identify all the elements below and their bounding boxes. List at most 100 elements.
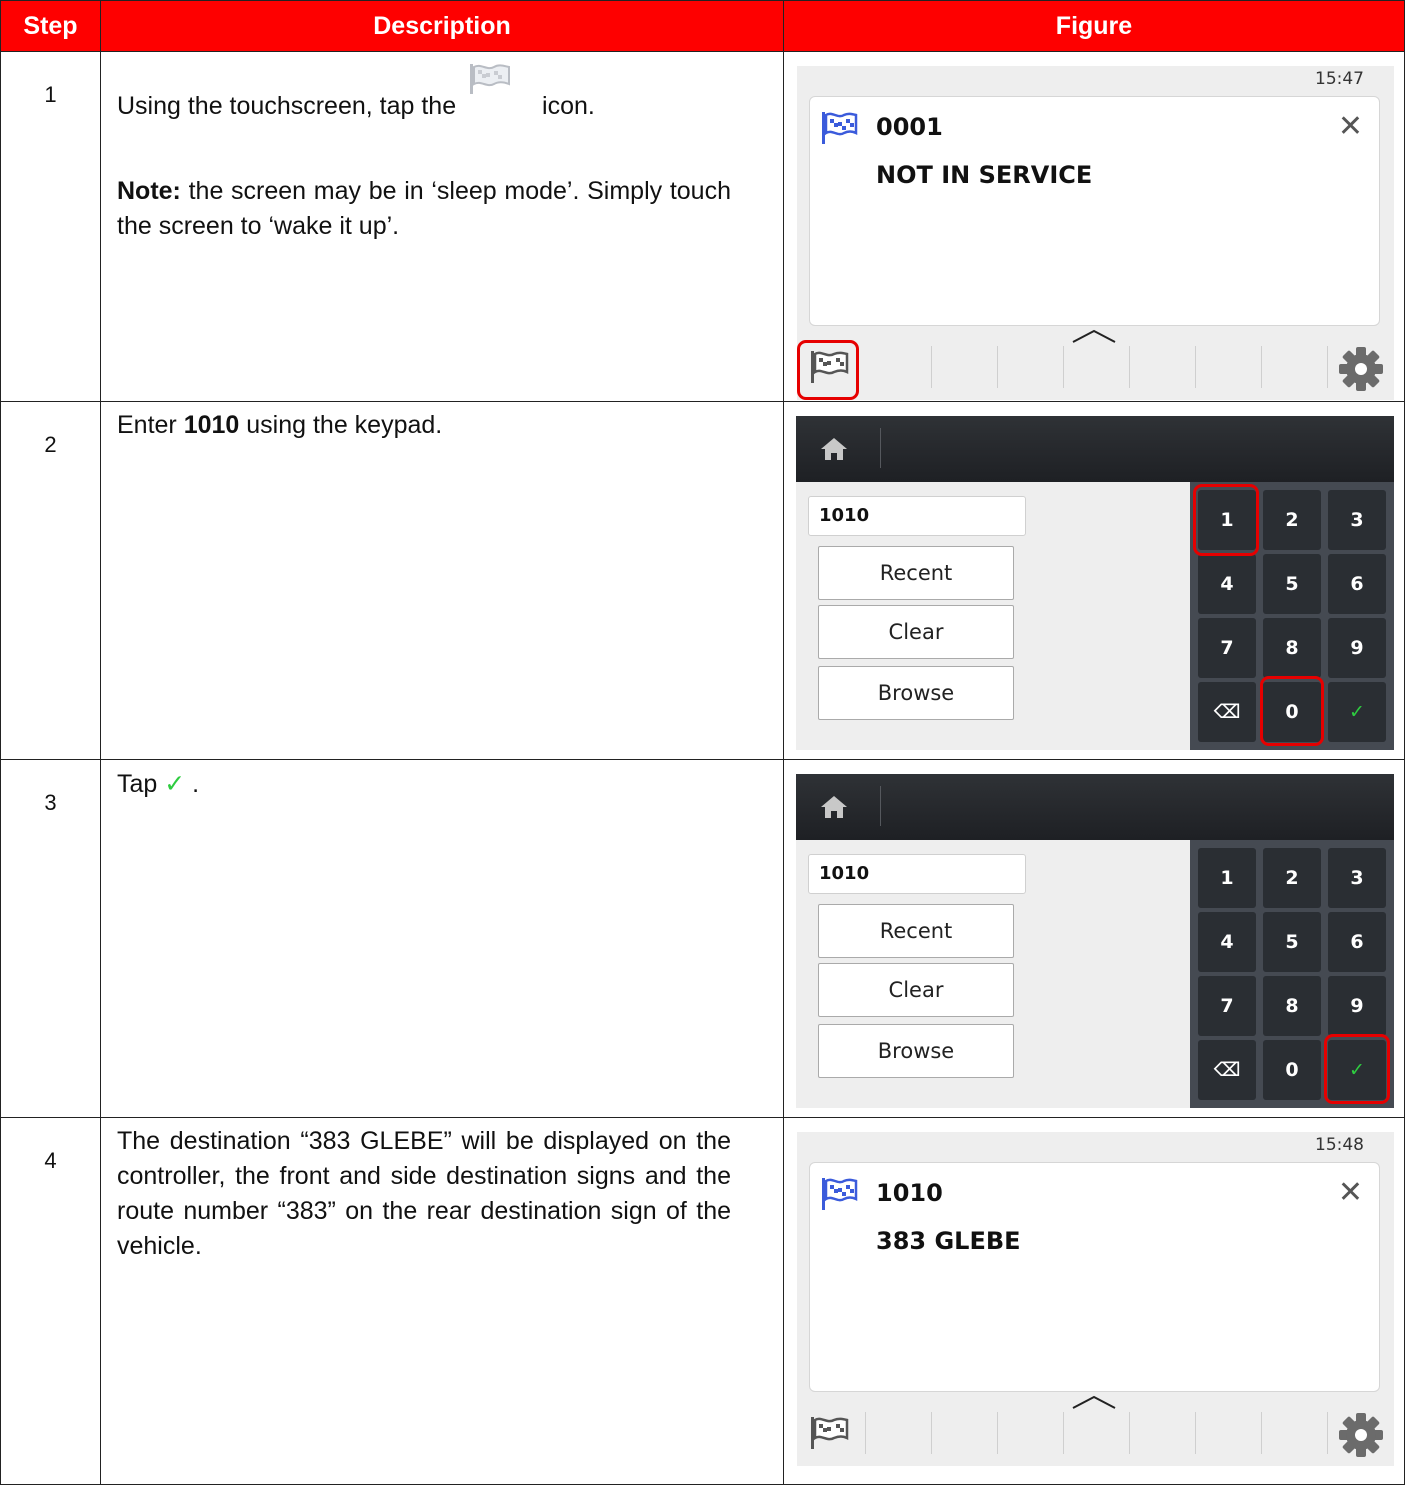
check-icon: ✓ — [164, 769, 186, 798]
step-description: Enter 1010 using the keypad. — [100, 401, 784, 760]
close-icon[interactable]: ✕ — [1338, 1175, 1363, 1210]
step-figure: 15:47 0001 NOT IN SERVICE ✕ — [783, 51, 1405, 402]
step-description: Tap ✓ . — [100, 759, 784, 1118]
controller-home-screen: 15:47 0001 NOT IN SERVICE ✕ — [797, 66, 1394, 400]
step-row-1: 1 Using the touchscreen, tap the icon. N… — [0, 51, 1405, 402]
check-icon[interactable]: ✓ — [1328, 682, 1386, 742]
backspace-icon[interactable]: ⌫ — [1198, 1040, 1256, 1100]
step-figure: 15:48 1010 383 GLEBE ✕ — [783, 1117, 1405, 1485]
clear-button[interactable]: Clear — [818, 605, 1014, 659]
step-figure: 1010 Recent Clear Browse 1 2 3 4 5 6 7 8… — [783, 401, 1405, 760]
step-text: The destination “383 GLEBE” will be disp… — [117, 1127, 731, 1260]
clock: 15:47 — [1315, 69, 1364, 89]
tab-divider — [865, 1412, 866, 1454]
key-6[interactable]: 6 — [1328, 912, 1386, 972]
keypad-screen: 1010 Recent Clear Browse 1 2 3 4 5 6 7 8… — [796, 774, 1394, 1108]
flag-icon — [822, 112, 858, 144]
flag-highlight — [797, 340, 859, 400]
browse-button[interactable]: Browse — [818, 666, 1014, 720]
tab-divider — [997, 1412, 998, 1454]
backspace-icon[interactable]: ⌫ — [1198, 682, 1256, 742]
key-0[interactable]: 0 — [1263, 1040, 1321, 1100]
note-label: Note: — [117, 177, 181, 205]
step-text: Tap — [117, 770, 165, 798]
key-6[interactable]: 6 — [1328, 554, 1386, 614]
top-bar-divider — [880, 786, 881, 826]
destination-card: 0001 NOT IN SERVICE ✕ — [809, 96, 1380, 326]
tab-divider — [1261, 1412, 1262, 1454]
key-7[interactable]: 7 — [1198, 618, 1256, 678]
header-row: Step Description Figure — [0, 0, 1405, 52]
key-7[interactable]: 7 — [1198, 976, 1256, 1036]
close-icon[interactable]: ✕ — [1338, 109, 1363, 144]
gear-icon[interactable] — [1338, 346, 1384, 392]
gear-icon[interactable] — [1338, 1412, 1384, 1458]
clear-button[interactable]: Clear — [818, 963, 1014, 1017]
controller-home-screen: 15:48 1010 383 GLEBE ✕ — [797, 1132, 1394, 1466]
step-row-3: 3 Tap ✓ . 1010 Recent Clear Browse 1 2 3… — [0, 759, 1405, 1118]
tab-divider — [1063, 346, 1064, 388]
header-figure: Figure — [783, 0, 1405, 52]
tab-divider — [931, 1412, 932, 1454]
top-bar — [796, 774, 1394, 840]
route-code: 1010 — [876, 1179, 943, 1207]
tab-divider — [931, 346, 932, 388]
tab-divider — [1261, 346, 1262, 388]
key-2[interactable]: 2 — [1263, 490, 1321, 550]
top-bar — [796, 416, 1394, 482]
key-3[interactable]: 3 — [1328, 848, 1386, 908]
step-text: Enter — [117, 411, 184, 439]
key-4[interactable]: 4 — [1198, 912, 1256, 972]
home-icon[interactable] — [820, 436, 848, 462]
bottom-tab-bar — [797, 338, 1394, 400]
step-description: The destination “383 GLEBE” will be disp… — [100, 1117, 784, 1485]
numeric-keypad: 1 2 3 4 5 6 7 8 9 ⌫ 0 ✓ — [1190, 840, 1394, 1108]
tab-divider — [1327, 346, 1328, 388]
flag-icon — [470, 64, 511, 94]
tab-divider — [1195, 346, 1196, 388]
steps-table: Step Description Figure 1 Using the touc… — [0, 0, 1405, 1485]
key-8[interactable]: 8 — [1263, 618, 1321, 678]
tab-divider — [1063, 1412, 1064, 1454]
note-text: the screen may be in ‘sleep mode’. Simpl… — [117, 177, 731, 240]
top-bar-divider — [880, 428, 881, 468]
destination-text: NOT IN SERVICE — [876, 161, 1093, 189]
step-description: Using the touchscreen, tap the icon. Not… — [100, 51, 784, 402]
tab-divider — [1129, 346, 1130, 388]
key-4[interactable]: 4 — [1198, 554, 1256, 614]
tab-divider — [1129, 1412, 1130, 1454]
route-entry-field[interactable]: 1010 — [808, 496, 1026, 536]
clock: 15:48 — [1315, 1135, 1364, 1155]
route-code: 0001 — [876, 113, 943, 141]
bottom-tab-bar — [797, 1404, 1394, 1466]
recent-button[interactable]: Recent — [818, 546, 1014, 600]
header-description: Description — [100, 0, 784, 52]
flag-icon[interactable] — [809, 1416, 849, 1450]
key-8[interactable]: 8 — [1263, 976, 1321, 1036]
check-key-highlight — [1324, 1034, 1390, 1104]
step-text: Using the touchscreen, tap the — [117, 92, 457, 120]
step-row-2: 2 Enter 1010 using the keypad. 1010 Rece… — [0, 401, 1405, 760]
step-text-end: . — [185, 770, 200, 798]
step-text-bold: 1010 — [183, 411, 240, 439]
browse-button[interactable]: Browse — [818, 1024, 1014, 1078]
tab-divider — [1327, 1412, 1328, 1454]
key-9[interactable]: 9 — [1328, 976, 1386, 1036]
step-number: 1 — [0, 51, 101, 402]
destination-text: 383 GLEBE — [876, 1227, 1021, 1255]
flag-icon — [822, 1178, 858, 1210]
step-row-4: 4 The destination “383 GLEBE” will be di… — [0, 1117, 1405, 1485]
key-9[interactable]: 9 — [1328, 618, 1386, 678]
home-icon[interactable] — [820, 794, 848, 820]
key-5[interactable]: 5 — [1263, 912, 1321, 972]
key-3[interactable]: 3 — [1328, 490, 1386, 550]
header-step: Step — [0, 0, 101, 52]
key-2[interactable]: 2 — [1263, 848, 1321, 908]
numeric-keypad: 1 2 3 4 5 6 7 8 9 ⌫ 0 ✓ — [1190, 482, 1394, 750]
key-0-highlight — [1260, 676, 1324, 746]
recent-button[interactable]: Recent — [818, 904, 1014, 958]
key-5[interactable]: 5 — [1263, 554, 1321, 614]
route-entry-field[interactable]: 1010 — [808, 854, 1026, 894]
key-1[interactable]: 1 — [1198, 848, 1256, 908]
step-number: 2 — [0, 401, 101, 760]
